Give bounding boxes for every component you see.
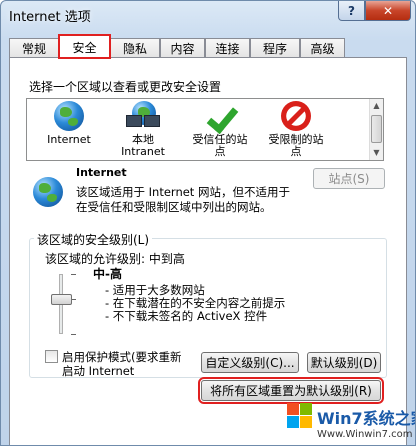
selected-zone-globe-icon: [33, 177, 63, 207]
internet-options-window: Internet 选项 ? ✕ 常规 安全 隐私 内容 连接 程序 高级 选择一…: [0, 0, 416, 446]
tab-connections[interactable]: 连接: [205, 38, 250, 58]
selected-zone-title: Internet: [76, 166, 127, 179]
reset-all-zones-button[interactable]: 将所有区域重置为默认级别(R): [198, 377, 384, 404]
zone-prompt: 选择一个区域以查看或更改安全设置: [29, 80, 222, 94]
tab-programs[interactable]: 程序: [250, 38, 300, 58]
security-level-title: 该区域的安全级别(L): [34, 231, 153, 248]
zone-list[interactable]: Internet 本地 Intranet 受信任的站 点 受限制的站 点 ▲ ▼: [26, 98, 384, 161]
tab-general[interactable]: 常规: [9, 38, 59, 58]
zone-restricted-sites[interactable]: 受限制的站 点: [263, 101, 329, 158]
windows-logo-icon: [287, 403, 313, 429]
scroll-down-icon[interactable]: ▼: [370, 146, 383, 160]
close-button[interactable]: ✕: [365, 1, 411, 21]
window-title: Internet 选项: [9, 10, 91, 25]
protected-mode-label-2: 启动 Internet: [62, 364, 135, 378]
check-icon: [205, 101, 235, 131]
zone-trusted-sites[interactable]: 受信任的站 点: [187, 101, 253, 158]
watermark-brand: Win7系统之家: [317, 409, 416, 428]
tab-security[interactable]: 安全: [58, 34, 111, 59]
intranet-icon: [126, 101, 160, 131]
help-button[interactable]: ?: [338, 1, 365, 21]
tab-advanced[interactable]: 高级: [300, 38, 345, 58]
zone-list-scrollbar[interactable]: ▲ ▼: [369, 99, 383, 160]
watermark-url: Www.Winwin7.com: [317, 429, 413, 440]
tab-privacy[interactable]: 隐私: [110, 38, 160, 58]
selected-zone-desc-2: 在受信任和受限制区域中列出的网站。: [76, 200, 272, 214]
tab-content[interactable]: 内容: [160, 38, 205, 58]
scroll-up-icon[interactable]: ▲: [370, 99, 383, 113]
level-name: 中-高: [93, 267, 122, 281]
site-watermark: Win7系统之家 Www.Winwin7.com: [287, 401, 415, 445]
default-level-button[interactable]: 默认级别(D): [307, 352, 381, 373]
title-bar[interactable]: Internet 选项 ? ✕: [1, 1, 415, 29]
selected-zone-desc-1: 该区域适用于 Internet 网站，但不适用于: [76, 185, 290, 199]
globe-icon: [54, 101, 84, 131]
level-desc-3: - 不下载未签名的 ActiveX 控件: [105, 309, 268, 323]
zone-local-intranet[interactable]: 本地 Intranet: [113, 101, 173, 158]
security-level-slider-thumb[interactable]: [51, 294, 72, 305]
sites-button[interactable]: 站点(S): [313, 168, 385, 189]
scroll-thumb[interactable]: [371, 115, 382, 143]
no-entry-icon: [281, 101, 311, 131]
zone-internet[interactable]: Internet: [41, 101, 97, 146]
custom-level-button[interactable]: 自定义级别(C)...: [201, 352, 299, 373]
protected-mode-checkbox[interactable]: [45, 350, 58, 363]
